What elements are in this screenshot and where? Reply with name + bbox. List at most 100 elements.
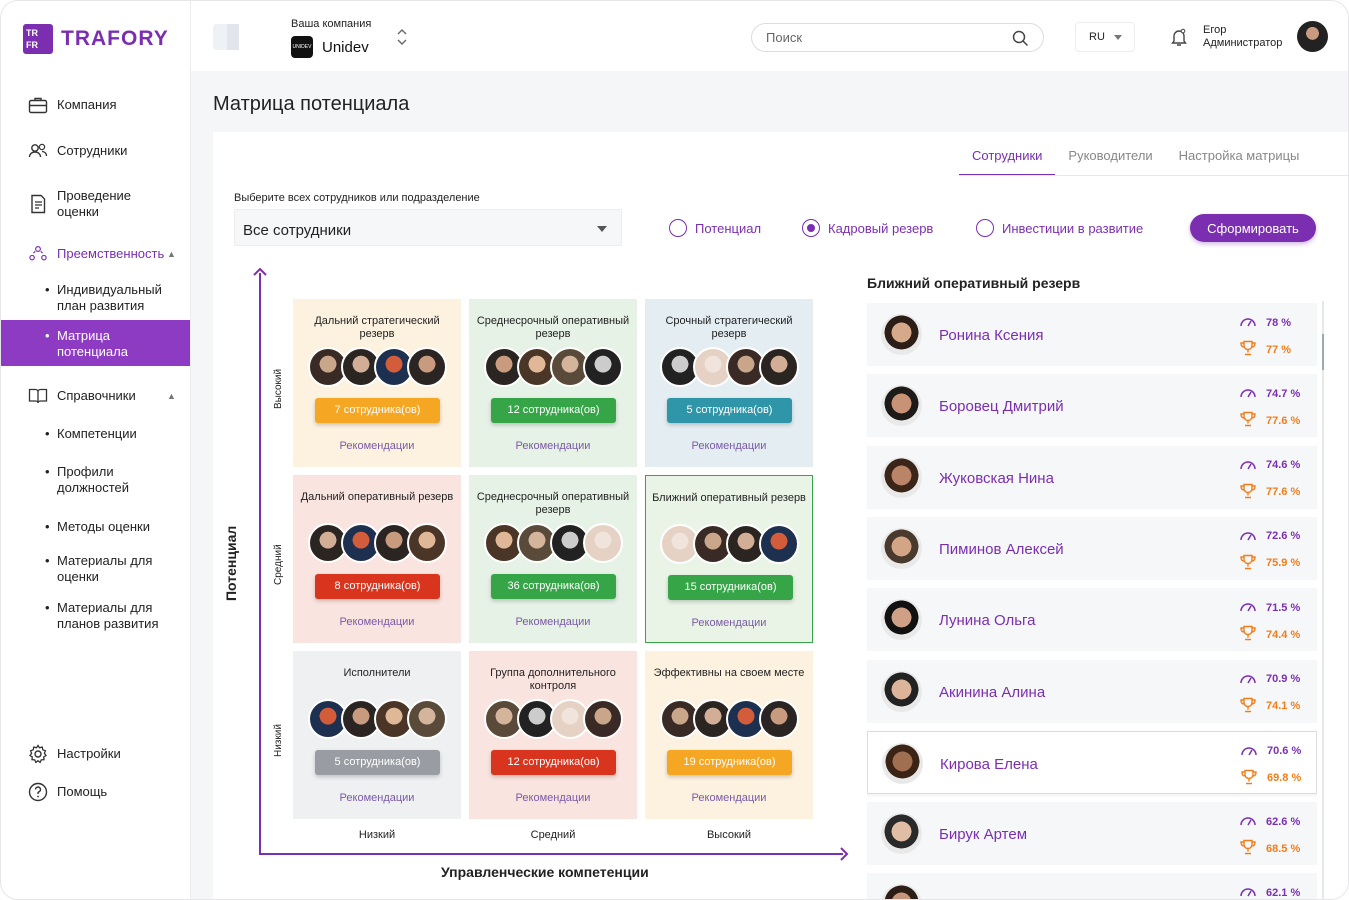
list-item[interactable]: Боровец Дмитрий 74.7 % 77.6 % [867,374,1317,438]
person-name[interactable]: Жуковская Нина [939,470,1054,487]
employee-count-button[interactable]: 15 сотрудника(ов) [668,575,793,600]
sidebar-subitem-competencies[interactable]: Компетенции [45,426,185,442]
bell-icon[interactable] [1169,27,1189,52]
scrollbar-track[interactable] [1322,301,1324,899]
person-name[interactable]: Ронина Ксения [939,327,1044,344]
sidebar-item-assessment[interactable]: Проведение оценки [1,187,191,221]
recommendations-link[interactable]: Рекомендации [293,440,461,452]
recommendations-link[interactable]: Рекомендации [645,792,813,804]
person-name[interactable]: Акинина Алина [939,684,1045,701]
radio-potential[interactable]: Потенциал [669,219,761,237]
avatar[interactable] [406,699,447,739]
recommendations-link[interactable]: Рекомендации [646,617,812,629]
chevron-up-icon[interactable]: ▲ [167,391,176,401]
radio-circle[interactable] [976,219,994,237]
matrix-cell[interactable]: Дальний оперативный резерв 8 сотрудника(о… [293,475,461,643]
recommendations-link[interactable]: Рекомендации [645,440,813,452]
tab-matrix-settings[interactable]: Настройка матрицы [1166,132,1313,176]
avatar-group[interactable] [293,523,461,563]
tab-managers[interactable]: Руководители [1055,132,1165,176]
radio-investment[interactable]: Инвестиции в развитие [976,219,1143,237]
language-select[interactable]: RU [1075,22,1135,52]
employee-count-button[interactable]: 19 сотрудника(ов) [667,750,792,775]
search-icon[interactable] [1012,30,1029,52]
employee-count-button[interactable]: 7 сотрудника(ов) [315,398,440,423]
matrix-cell[interactable]: Среднесрочный оперативный резерв 12 сотру… [469,299,637,467]
list-item[interactable]: 62.1 % [867,873,1317,899]
avatar[interactable] [758,699,799,739]
list-item[interactable]: Ронина Ксения 78 % 77 % [867,303,1317,366]
matrix-cell[interactable]: Срочный стратегический резерв 5 сотрудник… [645,299,813,467]
sidebar-subitem-assessment-materials[interactable]: Материалы для оценки [45,553,185,585]
recommendations-link[interactable]: Рекомендации [469,440,637,452]
person-name[interactable]: Бирук Артем [939,826,1027,843]
avatar-group[interactable] [646,524,812,564]
avatar[interactable] [582,347,623,387]
matrix-cell[interactable]: Группа дополнительного контроля 12 сотруд… [469,651,637,819]
recommendations-link[interactable]: Рекомендации [293,616,461,628]
user-info[interactable]: Егор Администратор [1203,24,1282,50]
avatar-group[interactable] [645,699,813,739]
list-item[interactable]: Пиминов Алексей 72.6 % 75.9 % [867,516,1317,580]
company-switch-icon[interactable] [396,27,408,50]
sidebar-subitem-job-profiles[interactable]: Профили должностей [45,464,185,496]
recommendations-link[interactable]: Рекомендации [469,792,637,804]
sidebar-subitem-development-materials[interactable]: Материалы для планов развития [45,600,185,632]
employee-count-button[interactable]: 12 сотрудника(ов) [491,398,616,423]
radio-circle[interactable] [802,219,820,237]
avatar-group[interactable] [469,523,637,563]
employee-filter-select[interactable]: Все сотрудники [234,209,622,246]
person-name[interactable]: Лунина Ольга [939,612,1036,629]
employee-count-button[interactable]: 5 сотрудника(ов) [315,750,440,775]
matrix-cell[interactable]: Дальний стратегический резерв 7 сотрудник… [293,299,461,467]
matrix-cell[interactable]: Эффективны на своем месте 19 сотрудника(о… [645,651,813,819]
chevron-up-icon[interactable]: ▲ [167,249,176,259]
matrix-cell[interactable]: Среднесрочный оперативный резерв 36 сотру… [469,475,637,643]
avatar[interactable] [1297,21,1328,52]
logo[interactable]: TR FR TRAFORY [23,24,169,54]
radio-circle[interactable] [669,219,687,237]
avatar-group[interactable] [645,347,813,387]
list-item[interactable]: Акинина Алина 70.9 % 74.1 % [867,659,1317,723]
person-name[interactable]: Пиминов Алексей [939,541,1064,558]
list-item[interactable]: Бирук Артем 62.6 % 68.5 % [867,802,1317,866]
radio-talent-reserve[interactable]: Кадровый резерв [802,219,933,237]
sidebar-toggle-icon[interactable] [213,24,239,50]
avatar[interactable] [406,523,447,563]
list-item[interactable]: Лунина Ольга 71.5 % 74.4 % [867,588,1317,652]
generate-button[interactable]: Сформировать [1190,214,1316,242]
avatar-group[interactable] [293,699,461,739]
list-item[interactable]: Жуковская Нина 74.6 % 77.6 % [867,445,1317,509]
sidebar-subitem-potential-matrix[interactable]: Матрица потенциала [1,320,190,366]
tab-employees[interactable]: Сотрудники [959,132,1056,176]
avatar[interactable] [758,347,799,387]
search-input[interactable] [766,30,1006,45]
sidebar-subitem-assessment-methods[interactable]: Методы оценки [45,519,185,535]
company-name[interactable]: Unidev [322,39,369,56]
matrix-cell[interactable]: Исполнители 5 сотрудника(ов) Рекомендации [293,651,461,819]
scrollbar-thumb[interactable] [1322,334,1324,370]
avatar[interactable] [582,699,623,739]
sidebar-subitem-idp[interactable]: Индивидуальный план развития [45,282,185,314]
list-item[interactable]: Кирова Елена 70.6 % 69.8 % [867,730,1317,794]
employee-count-button[interactable]: 36 сотрудника(ов) [491,574,616,599]
sidebar-item-reference[interactable]: Справочники ▲ [1,387,191,405]
recommendations-link[interactable]: Рекомендации [293,792,461,804]
sidebar-item-company[interactable]: Компания [1,96,191,114]
avatar[interactable] [758,524,799,564]
employee-count-button[interactable]: 5 сотрудника(ов) [667,398,792,423]
avatar-group[interactable] [469,699,637,739]
employee-count-button[interactable]: 12 сотрудника(ов) [491,750,616,775]
avatar[interactable] [582,523,623,563]
avatar-group[interactable] [293,347,461,387]
sidebar-item-help[interactable]: Помощь [1,782,191,802]
search-box[interactable] [751,23,1044,52]
matrix-cell[interactable]: Ближний оперативный резерв 15 сотрудника(… [645,475,813,643]
recommendations-link[interactable]: Рекомендации [469,616,637,628]
person-name[interactable]: Боровец Дмитрий [939,398,1064,415]
person-name[interactable]: Кирова Елена [940,756,1038,773]
employee-count-button[interactable]: 8 сотрудника(ов) [315,574,440,599]
sidebar-item-employees[interactable]: Сотрудники [1,142,191,160]
sidebar-item-settings[interactable]: Настройки [1,744,191,764]
avatar[interactable] [406,347,447,387]
